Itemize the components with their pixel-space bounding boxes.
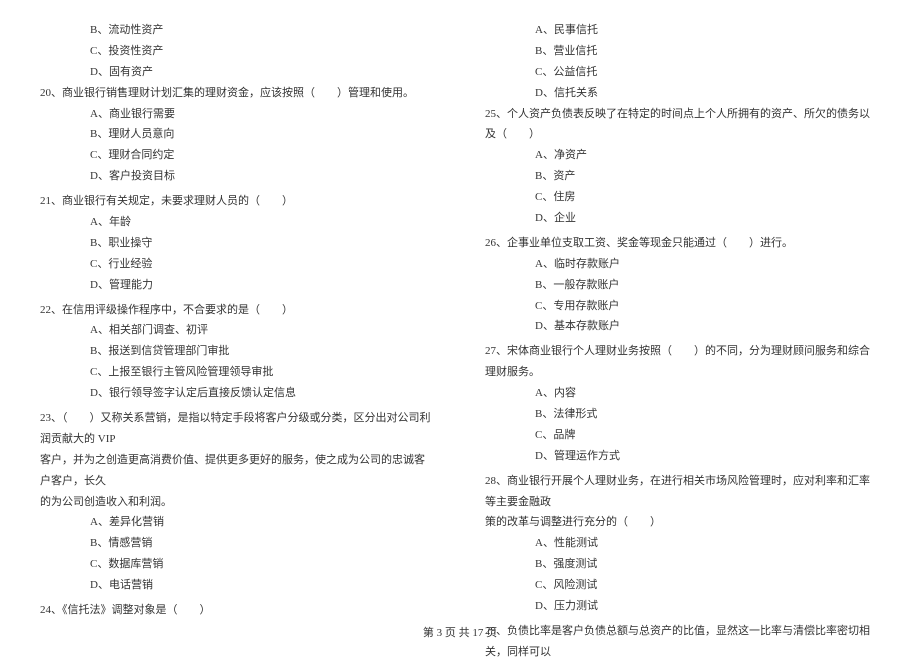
question-stem-cont: 策的改革与调整进行充分的（ ） <box>485 512 880 533</box>
option: B、法律形式 <box>485 404 880 425</box>
option: D、基本存款账户 <box>485 316 880 337</box>
question-stem: 21、商业银行有关规定，未要求理财人员的（ ） <box>40 191 435 212</box>
option: C、住房 <box>485 187 880 208</box>
pre-option: C、投资性资产 <box>40 41 435 62</box>
question-21: 21、商业银行有关规定，未要求理财人员的（ ） A、年龄 B、职业操守 C、行业… <box>40 191 435 295</box>
option: D、客户投资目标 <box>40 166 435 187</box>
right-column: A、民事信托 B、营业信托 C、公益信托 D、信托关系 25、个人资产负债表反映… <box>460 20 890 570</box>
question-stem-cont: 客户，并为之创造更高消费价值、提供更多更好的服务，使之成为公司的忠诚客户客户，长… <box>40 450 435 492</box>
option: D、企业 <box>485 208 880 229</box>
option: B、情感营销 <box>40 533 435 554</box>
question-20: 20、商业银行销售理财计划汇集的理财资金，应该按照（ ）管理和使用。 A、商业银… <box>40 83 435 187</box>
option: A、性能测试 <box>485 533 880 554</box>
option: D、压力测试 <box>485 596 880 617</box>
question-stem: 28、商业银行开展个人理财业务，在进行相关市场风险管理时，应对利率和汇率等主要金… <box>485 471 880 513</box>
question-26: 26、企事业单位支取工资、奖金等现金只能通过（ ）进行。 A、临时存款账户 B、… <box>485 233 880 337</box>
question-stem: 23、（ ）又称关系营销，是指以特定手段将客户分级或分类，区分出对公司利润贡献大… <box>40 408 435 450</box>
question-stem: 27、宋体商业银行个人理财业务按照（ ）的不同，分为理财顾问服务和综合理财服务。 <box>485 341 880 383</box>
question-25: 25、个人资产负债表反映了在特定的时间点上个人所拥有的资产、所欠的债务以及（ ）… <box>485 104 880 229</box>
page-content: B、流动性资产 C、投资性资产 D、固有资产 20、商业银行销售理财计划汇集的理… <box>0 0 920 610</box>
option: D、电话营销 <box>40 575 435 596</box>
option: B、理财人员意向 <box>40 124 435 145</box>
question-23: 23、（ ）又称关系营销，是指以特定手段将客户分级或分类，区分出对公司利润贡献大… <box>40 408 435 596</box>
pre-option: B、营业信托 <box>485 41 880 62</box>
option: C、专用存款账户 <box>485 296 880 317</box>
option: A、相关部门调查、初评 <box>40 320 435 341</box>
left-column: B、流动性资产 C、投资性资产 D、固有资产 20、商业银行销售理财计划汇集的理… <box>30 20 460 570</box>
question-24: 24、《信托法》调整对象是（ ） <box>40 600 435 621</box>
question-28: 28、商业银行开展个人理财业务，在进行相关市场风险管理时，应对利率和汇率等主要金… <box>485 471 880 617</box>
option: B、报送到信贷管理部门审批 <box>40 341 435 362</box>
pre-option: D、固有资产 <box>40 62 435 83</box>
question-stem: 24、《信托法》调整对象是（ ） <box>40 600 435 621</box>
option: B、强度测试 <box>485 554 880 575</box>
option: C、数据库营销 <box>40 554 435 575</box>
pre-option: B、流动性资产 <box>40 20 435 41</box>
option: C、行业经验 <box>40 254 435 275</box>
option: D、管理能力 <box>40 275 435 296</box>
option: D、管理运作方式 <box>485 446 880 467</box>
question-stem-cont: 的为公司创造收入和利润。 <box>40 492 435 513</box>
pre-option: D、信托关系 <box>485 83 880 104</box>
option: C、风险测试 <box>485 575 880 596</box>
page-footer: 第 3 页 共 17 页 <box>0 624 920 640</box>
question-22: 22、在信用评级操作程序中，不合要求的是（ ） A、相关部门调查、初评 B、报送… <box>40 300 435 404</box>
option: B、资产 <box>485 166 880 187</box>
option: A、年龄 <box>40 212 435 233</box>
option: B、一般存款账户 <box>485 275 880 296</box>
pre-option: C、公益信托 <box>485 62 880 83</box>
option: B、职业操守 <box>40 233 435 254</box>
option: D、银行领导签字认定后直接反馈认定信息 <box>40 383 435 404</box>
question-stem: 20、商业银行销售理财计划汇集的理财资金，应该按照（ ）管理和使用。 <box>40 83 435 104</box>
question-27: 27、宋体商业银行个人理财业务按照（ ）的不同，分为理财顾问服务和综合理财服务。… <box>485 341 880 466</box>
option: A、商业银行需要 <box>40 104 435 125</box>
pre-option: A、民事信托 <box>485 20 880 41</box>
option: A、临时存款账户 <box>485 254 880 275</box>
option: C、理财合同约定 <box>40 145 435 166</box>
option: C、品牌 <box>485 425 880 446</box>
question-stem: 22、在信用评级操作程序中，不合要求的是（ ） <box>40 300 435 321</box>
question-stem: 26、企事业单位支取工资、奖金等现金只能通过（ ）进行。 <box>485 233 880 254</box>
option: A、差异化营销 <box>40 512 435 533</box>
option: A、净资产 <box>485 145 880 166</box>
question-stem: 25、个人资产负债表反映了在特定的时间点上个人所拥有的资产、所欠的债务以及（ ） <box>485 104 880 146</box>
option: C、上报至银行主管风险管理领导审批 <box>40 362 435 383</box>
option: A、内容 <box>485 383 880 404</box>
